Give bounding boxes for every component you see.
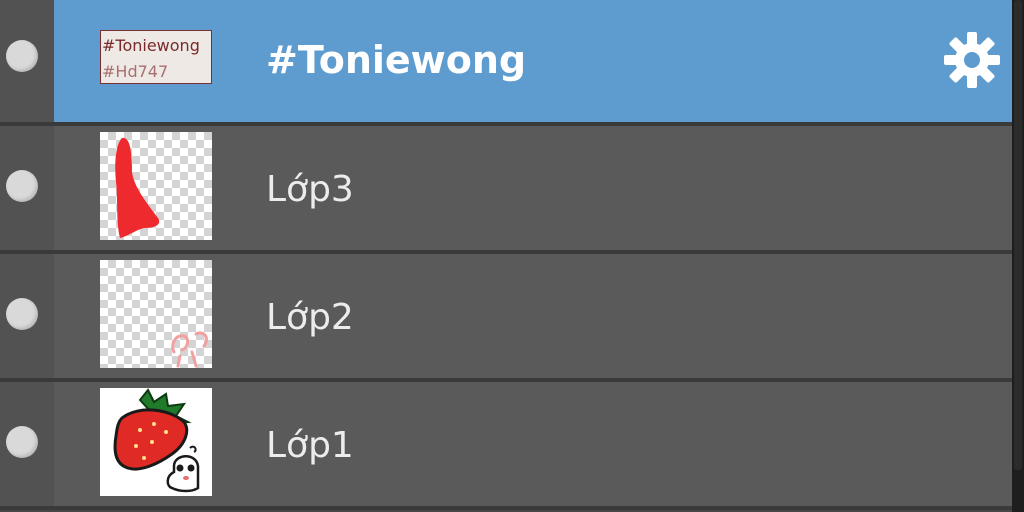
layer-thumbnail [100,132,212,240]
layer-name: #Toniewong [266,38,527,82]
scrollbar-thumb[interactable] [1014,0,1022,470]
layer-name: Lớp2 [266,297,354,338]
faint-sketch-art [171,331,208,368]
layer-thumbnail [100,388,212,496]
layer-row-lop2[interactable]: Lớp2 [0,254,1012,378]
visibility-dot-icon[interactable] [6,170,38,202]
layer-separator [0,506,1012,510]
visibility-dot-icon[interactable] [6,40,38,72]
thumbnail-text-art: #Toniewong #Hd747 [102,36,200,81]
layer-row-toniewong[interactable]: #Toniewong #Hd747 #Toniewong [0,0,1012,124]
layer-thumbnail [100,260,212,368]
layers-panel: #Toniewong #Hd747 #Toniewong Lớp3 Lớp2 L… [0,0,1012,512]
gear-icon[interactable] [942,30,1002,90]
strawberry-sticker-art [113,388,200,493]
layer-name: Lớp1 [266,425,354,466]
visibility-dot-icon[interactable] [6,298,38,330]
red-stroke-art [115,137,160,238]
layer-name: Lớp3 [266,169,354,210]
layer-row-lop3[interactable]: Lớp3 [0,126,1012,250]
thumbnail-text-line-2: #Hd747 [102,62,168,81]
layer-row-lop1[interactable]: Lớp1 [0,382,1012,506]
layer-thumbnail: #Toniewong #Hd747 [100,30,212,84]
thumbnail-text-line-1: #Toniewong [102,36,200,55]
visibility-dot-icon[interactable] [6,426,38,458]
